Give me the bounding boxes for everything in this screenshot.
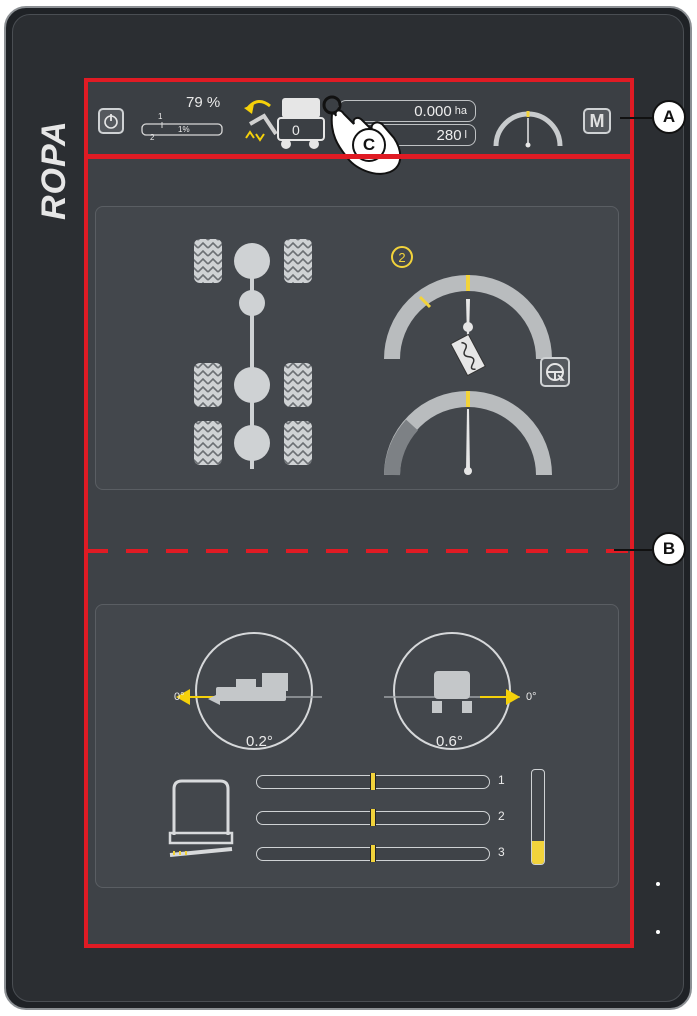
gauge-tick-1: 1 (158, 112, 163, 121)
volume-value: 280 (436, 126, 462, 144)
leveling-slider-1[interactable] (256, 773, 490, 790)
volume-unit: l (464, 129, 467, 141)
level-indicator (531, 769, 545, 865)
bezel-indicator-dot (656, 930, 660, 934)
slider-label-1: 1 (498, 773, 505, 787)
slider-marker (370, 809, 376, 826)
level-fill (532, 840, 544, 864)
area-unit: ha (454, 105, 467, 117)
speed-gauge-icon (490, 102, 566, 150)
left-zero-label: 0° (174, 691, 185, 703)
callout-a: A (652, 100, 686, 134)
axle-joint (239, 290, 265, 316)
callout-b-leader (614, 549, 652, 551)
power-icon (104, 114, 118, 129)
mode-button[interactable]: M (583, 108, 611, 134)
divider-line-b (86, 549, 632, 553)
gauge-tick-2: 1% (178, 125, 190, 134)
leveling-slider-3[interactable] (256, 845, 490, 862)
slider-label-2: 2 (498, 809, 505, 823)
rear-steering-gauge (384, 391, 552, 476)
axle-1 (194, 239, 312, 283)
area-value: 0.000 (414, 102, 452, 120)
leveling-panel: 0° 0.2° 0° 0.6° 1 2 3 (95, 604, 619, 888)
steering-panel: 2 (95, 206, 619, 490)
brand-logo: ROPA (35, 120, 73, 220)
callout-b: B (652, 532, 686, 566)
leveling-slider-2[interactable] (256, 809, 490, 826)
axle-2 (194, 363, 312, 407)
fuel-percent: 79 % (186, 94, 221, 111)
gauge-tick-3: 2 (150, 133, 155, 142)
mode-button-label: M (589, 110, 605, 131)
right-zero-label: 0° (526, 691, 537, 703)
slider-marker (370, 845, 376, 862)
unloading-counter: 0 (292, 122, 300, 138)
lateral-tilt-gauge (384, 632, 520, 750)
steering-program-badge[interactable]: 2 (391, 246, 413, 268)
right-angle-value: 0.6° (436, 733, 463, 750)
left-angle-value: 0.2° (246, 733, 273, 750)
axle-3 (194, 421, 312, 465)
callout-c: C (352, 128, 386, 162)
cab-leveling-icon (168, 779, 234, 857)
fuel-gauge: 1 1% 2 (140, 112, 224, 142)
axle-diagram (194, 239, 312, 469)
slider-label-3: 3 (498, 845, 505, 859)
bezel-indicator-dot (656, 882, 660, 886)
callout-a-leader (620, 117, 652, 119)
slider-marker (370, 773, 376, 790)
steering-program-number: 2 (398, 249, 406, 265)
power-button[interactable] (98, 108, 124, 134)
